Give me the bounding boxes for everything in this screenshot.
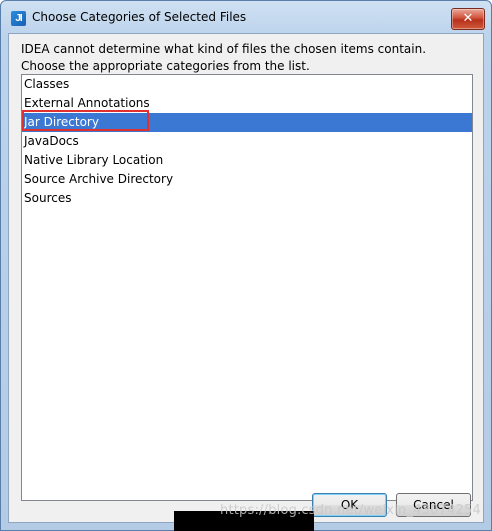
annotation-highlight-box (22, 110, 149, 131)
list-item-javadocs[interactable]: JavaDocs (22, 132, 472, 151)
watermark-text: https://blog.csdn.net/weixin_43074254 (220, 503, 481, 518)
close-icon: ✕ (462, 11, 474, 26)
category-list[interactable]: Classes External Annotations Jar Directo… (21, 74, 473, 501)
title-bar[interactable]: JI Choose Categories of Selected Files ✕ (1, 1, 491, 35)
message-line-1: IDEA cannot determine what kind of files… (21, 42, 427, 56)
message-line-2: Choose the appropriate categories from t… (21, 59, 310, 73)
dialog-window: JI Choose Categories of Selected Files ✕… (0, 0, 492, 531)
list-item-source-archive-directory[interactable]: Source Archive Directory (22, 170, 472, 189)
window-title: Choose Categories of Selected Files (32, 10, 247, 24)
list-item-native-library-location[interactable]: Native Library Location (22, 151, 472, 170)
dialog-body: IDEA cannot determine what kind of files… (8, 33, 484, 523)
list-item-sources[interactable]: Sources (22, 189, 472, 208)
list-item-classes[interactable]: Classes (22, 75, 472, 94)
instruction-message: IDEA cannot determine what kind of files… (21, 41, 426, 75)
close-button[interactable]: ✕ (451, 8, 485, 30)
intellij-app-icon: JI (11, 11, 26, 26)
